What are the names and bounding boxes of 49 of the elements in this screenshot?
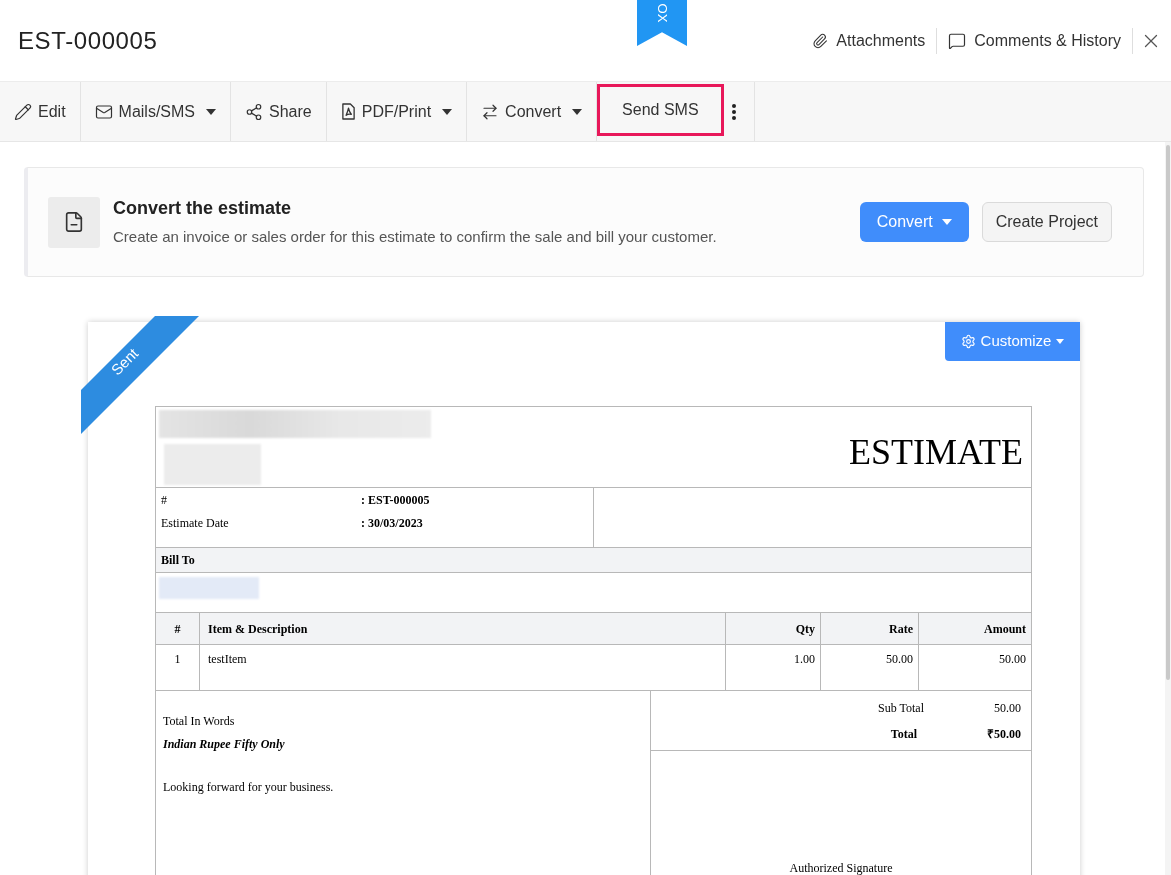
caret-icon — [1056, 339, 1065, 344]
table-cell-text: 1.00 — [794, 651, 815, 668]
total-in-words-label: Total In Words — [163, 713, 235, 730]
comments-history-link[interactable]: Comments & History — [937, 28, 1132, 53]
field-label: Estimate Date — [161, 514, 230, 532]
field-label: # — [161, 491, 168, 509]
comment-icon — [948, 31, 967, 50]
table-cell-text: 50.00 — [886, 651, 913, 668]
column-header: Amount — [984, 620, 1026, 638]
total-label: Sub Total — [878, 700, 924, 717]
column-header: Item & Description — [208, 620, 308, 638]
field-value: : 30/03/2023 — [361, 514, 423, 532]
bookmark-ribbon: OX — [637, 0, 687, 46]
signature-label: Authorized Signature — [789, 860, 893, 875]
share-button[interactable]: Share — [231, 82, 327, 141]
mails-sms-dropdown[interactable]: Mails/SMS — [80, 82, 232, 141]
create-project-button[interactable]: Create Project — [981, 202, 1112, 242]
total-label: Total — [890, 726, 917, 743]
total-value: ₹50.00 — [987, 726, 1021, 743]
pdf-file-icon — [340, 103, 356, 120]
column-header: # — [174, 620, 181, 638]
banner-title: Convert the estimate — [113, 197, 293, 219]
column-header: Qty — [795, 620, 815, 638]
attachments-link[interactable]: Attachments — [801, 28, 937, 53]
estimate-heading: ESTIMATE — [849, 432, 1024, 472]
pdf-print-dropdown[interactable]: PDF/Print — [326, 82, 468, 141]
edit-button[interactable]: Edit — [0, 82, 81, 141]
mail-icon — [94, 102, 113, 121]
notes-text: Looking forward for your business. — [163, 779, 334, 796]
total-value: 50.00 — [994, 700, 1021, 717]
scrollbar-track[interactable] — [1165, 142, 1171, 875]
table-cell-text: 1 — [174, 651, 181, 668]
document-icon — [63, 210, 85, 234]
column-header: Rate — [889, 620, 913, 638]
more-options-icon — [731, 103, 736, 120]
total-in-words: Indian Rupee Fifty Only — [163, 736, 285, 753]
settings-icon — [960, 334, 976, 349]
scrollbar-thumb[interactable] — [1166, 145, 1170, 680]
toolbar-button[interactable]: Send SMS — [597, 84, 724, 136]
banner-text: Create an invoice or sales order for this estimate to confirm the sale and bill your customer. — [113, 227, 717, 247]
swap-arrows-icon — [481, 102, 500, 121]
estimate-title: EST-000005 — [18, 25, 158, 56]
bill-to-label: Bill To — [161, 552, 195, 569]
paperclip-icon — [812, 31, 829, 50]
table-cell-text: testItem — [208, 651, 247, 668]
share-icon — [245, 102, 264, 121]
pencil-icon — [14, 102, 32, 121]
field-value: : EST-000005 — [361, 491, 430, 509]
table-cell-text: 50.00 — [999, 651, 1026, 668]
